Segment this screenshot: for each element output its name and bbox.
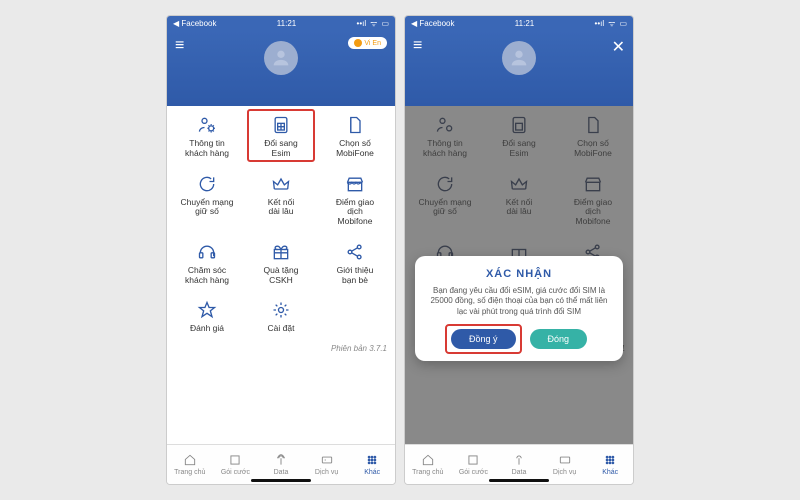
confirm-modal: XÁC NHẬN Bạn đang yêu cầu đổi eSIM, giá … [415,256,623,361]
card-icon [320,453,334,469]
tile-long-connect[interactable]: Kết nốidài lâu [245,171,317,229]
wifi-icon: ᯤ [608,18,615,29]
tile-customer-info[interactable]: Thông tinkhách hàng [171,112,243,161]
sim-icon [271,114,291,136]
status-back[interactable]: ◀ Facebook [173,19,217,28]
phone-right: ◀ Facebook 11:21 ••ıl ᯤ ▭ ≡ ✕ Thông tink… [404,15,634,485]
tile-settings[interactable]: Cài đặt [245,297,317,336]
close-button[interactable]: Đóng [530,329,588,349]
home-indicator [251,479,311,482]
home-icon [183,453,197,469]
agree-button[interactable]: Đồng ý [451,329,516,349]
modal-buttons: Đồng ý Đóng [451,329,587,349]
gift-icon [271,241,291,263]
menu-icon[interactable]: ≡ [413,37,422,55]
language-toggle[interactable]: Vi En [348,37,387,49]
battery-icon: ▭ [381,19,389,28]
phone-left: ◀ Facebook 11:21 ••ıl ᯤ ▭ ≡ Vi En Thông … [166,15,396,485]
home-icon [421,453,435,469]
menu-icon[interactable]: ≡ [175,37,184,55]
package-icon [466,453,480,469]
tile-stores[interactable]: Điểm giaodịchMobifone [319,171,391,229]
tile-label: Giới thiệubạn bè [337,266,374,286]
tile-label: Chăm sóckhách hàng [185,266,229,286]
screen-body: Thông tinkhách hàng Đổi sangEsim Chọn số… [167,106,395,444]
tile-label: Đánh giá [190,324,224,334]
tile-label: Điểm giaodịchMobifone [336,198,374,227]
tile-keep-number[interactable]: Chuyển mạnggiữ số [171,171,243,229]
status-back[interactable]: ◀ Facebook [411,19,455,28]
tile-label: Cài đặt [268,324,295,334]
tile-label: Thông tinkhách hàng [185,139,229,159]
status-right: ••ıl ᯤ ▭ [595,18,627,29]
tab-bar: Trang chủ Gói cước Data Dịch vụ Khác [405,444,633,484]
status-bar: ◀ Facebook 11:21 ••ıl ᯤ ▭ [405,16,633,31]
status-bar: ◀ Facebook 11:21 ••ıl ᯤ ▭ [167,16,395,31]
tile-label: Chuyển mạnggiữ số [181,198,234,218]
wifi-icon: ᯤ [370,18,377,29]
avatar[interactable] [264,41,298,75]
tab-home[interactable]: Trang chủ [167,445,213,484]
status-time: 11:21 [277,19,296,28]
modal-title: XÁC NHẬN [486,268,552,280]
tab-services[interactable]: Dịch vụ [304,445,350,484]
tab-services[interactable]: Dịch vụ [542,445,588,484]
antenna-icon [274,453,288,469]
star-icon [197,299,217,321]
tile-rate[interactable]: Đánh giá [171,297,243,336]
gear-icon [271,299,291,321]
status-time: 11:21 [515,19,534,28]
tab-other[interactable]: Khác [349,445,395,484]
grid-icon [603,453,617,469]
app-header: ≡ Vi En [167,31,395,106]
feature-grid: Thông tinkhách hàng Đổi sangEsim Chọn số… [167,106,395,342]
tile-label: Chọn sốMobiFone [336,139,374,159]
sim-outline-icon [345,114,365,136]
stage: ◀ Facebook 11:21 ••ıl ᯤ ▭ ≡ Vi En Thông … [0,0,800,500]
refresh-icon [197,173,217,195]
tile-care[interactable]: Chăm sóckhách hàng [171,239,243,288]
tab-other[interactable]: Khác [587,445,633,484]
home-indicator [489,479,549,482]
user-gear-icon [197,114,217,136]
app-header: ≡ ✕ [405,31,633,106]
crown-icon [271,173,291,195]
antenna-icon [512,453,526,469]
tile-label: Kết nốidài lâu [268,198,294,218]
status-right: ••ıl ᯤ ▭ [357,18,389,29]
signal-icon: ••ıl [595,19,605,28]
avatar[interactable] [502,41,536,75]
card-icon [558,453,572,469]
tile-share[interactable]: Giới thiệubạn bè [319,239,391,288]
store-icon [345,173,365,195]
close-icon[interactable]: ✕ [612,37,625,57]
tile-gifts[interactable]: Quà tặngCSKH [245,239,317,288]
tile-label: Quà tặngCSKH [264,266,299,286]
share-icon [345,241,365,263]
signal-icon: ••ıl [357,19,367,28]
tab-bar: Trang chủ Gói cước Data Dịch vụ Khác [167,444,395,484]
tile-label: Đổi sangEsim [264,139,298,159]
battery-icon: ▭ [619,19,627,28]
version-label: Phiên bản 3.7.1 [167,342,395,353]
screen-body: Thông tinkhách hàng Đổi sangEsim Chọn số… [405,106,633,444]
tile-choose-number[interactable]: Chọn sốMobiFone [319,112,391,161]
tile-switch-esim[interactable]: Đổi sangEsim [245,112,317,161]
modal-body: Bạn đang yêu cầu đổi eSIM, giá cước đổi … [425,286,613,317]
package-icon [228,453,242,469]
headset-icon [197,241,217,263]
grid-icon [365,453,379,469]
tab-home[interactable]: Trang chủ [405,445,451,484]
